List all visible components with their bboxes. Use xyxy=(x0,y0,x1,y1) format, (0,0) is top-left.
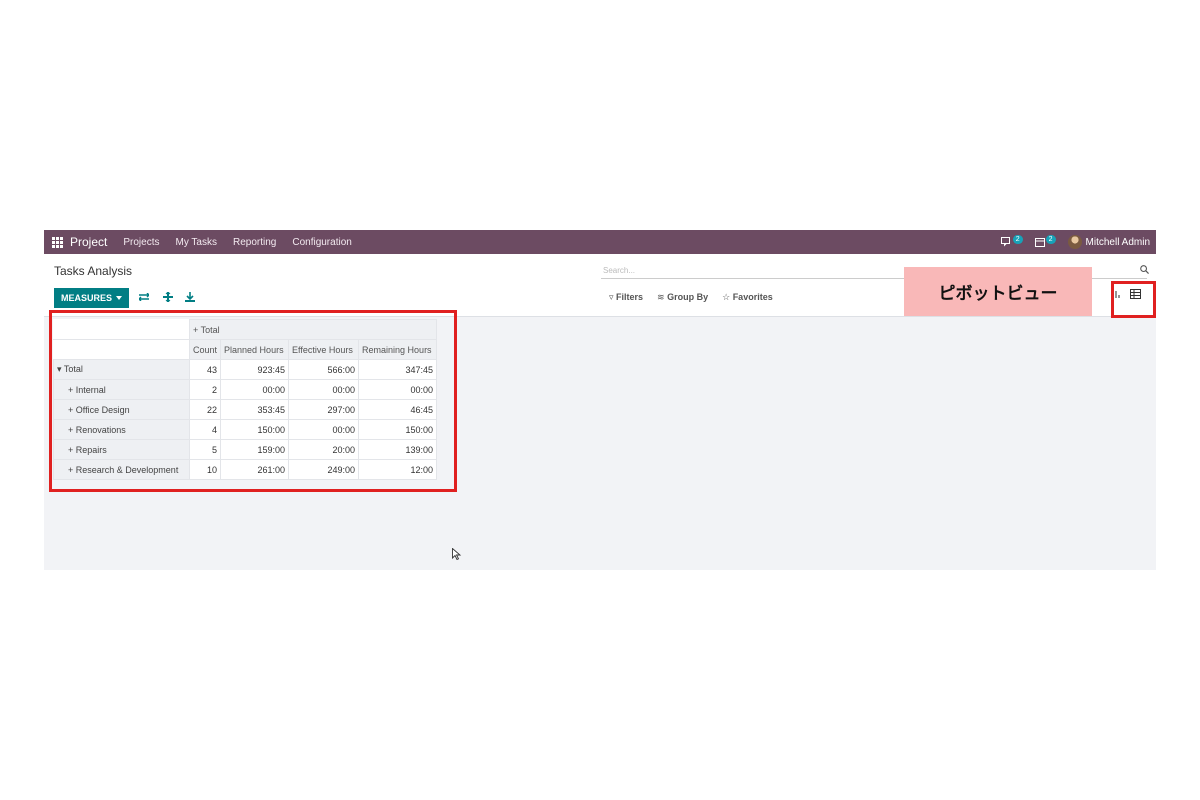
measures-button[interactable]: MEASURES xyxy=(54,288,130,308)
nav-reporting[interactable]: Reporting xyxy=(233,237,276,248)
measures-label: MEASURES xyxy=(61,293,113,303)
groupby-button[interactable]: ≋ Group By xyxy=(657,292,708,303)
app-name[interactable]: Project xyxy=(70,235,107,249)
favorites-button[interactable]: ☆ Favorites xyxy=(722,292,773,303)
nav-my-tasks[interactable]: My Tasks xyxy=(175,237,217,248)
search-options: ▿ Filters ≋ Group By ☆ Favorites xyxy=(609,292,773,303)
odoo-app-window: Project Projects My Tasks Reporting Conf… xyxy=(44,230,1156,570)
nav-configuration[interactable]: Configuration xyxy=(292,237,351,248)
messages-button[interactable]: 2 xyxy=(1000,234,1023,247)
messages-count-badge: 2 xyxy=(1012,234,1023,244)
page-title: Tasks Analysis xyxy=(54,264,133,278)
expand-all-icon[interactable] xyxy=(163,292,173,302)
calendar-icon xyxy=(1034,238,1045,247)
pivot-view-button-highlight xyxy=(1111,281,1156,318)
filters-label: Filters xyxy=(616,292,644,302)
filters-button[interactable]: ▿ Filters xyxy=(609,292,643,303)
download-icon[interactable] xyxy=(185,292,195,302)
caret-down-icon xyxy=(116,296,123,300)
flip-axis-icon[interactable] xyxy=(139,293,149,301)
search-icon[interactable] xyxy=(1140,265,1149,274)
apps-menu-icon[interactable] xyxy=(52,236,63,248)
activities-button[interactable]: 2 xyxy=(1034,234,1056,247)
favorites-label: Favorites xyxy=(732,292,773,302)
user-menu[interactable]: Mitchell Admin xyxy=(1067,235,1150,249)
groupby-label: Group By xyxy=(667,292,709,302)
pivot-view-callout: ピボットビュー xyxy=(904,267,1092,316)
user-name: Mitchell Admin xyxy=(1085,236,1150,248)
mouse-cursor-icon xyxy=(452,548,462,560)
pivot-table-highlight xyxy=(49,310,457,492)
avatar xyxy=(1067,235,1082,249)
nav-projects[interactable]: Projects xyxy=(123,237,159,248)
top-navbar: Project Projects My Tasks Reporting Conf… xyxy=(44,230,1156,254)
activities-count-badge: 2 xyxy=(1045,234,1056,244)
chat-icon xyxy=(1000,237,1010,247)
